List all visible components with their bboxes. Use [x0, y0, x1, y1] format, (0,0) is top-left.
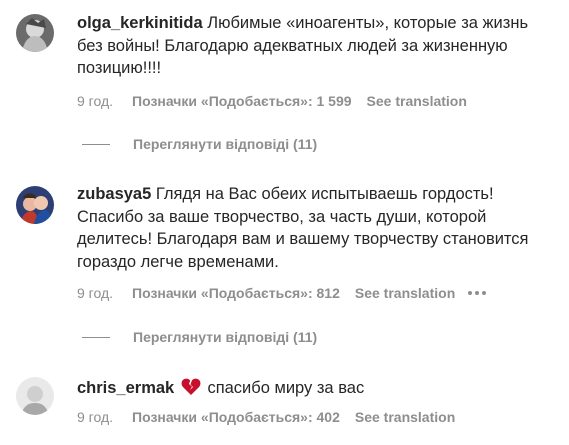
see-translation-button[interactable]: See translation — [355, 285, 455, 301]
view-replies-label: Переглянути відповіді (11) — [133, 329, 318, 345]
comment-body: спасибо миру за вас — [207, 379, 365, 397]
avatar[interactable] — [16, 14, 54, 52]
comment-text: chris_ermak спасибо миру за вас — [77, 377, 557, 403]
view-replies-button[interactable]: Переглянути відповіді (11) — [82, 329, 317, 345]
likes-count[interactable]: Позначки «Подобається»: 402 — [132, 409, 340, 425]
username[interactable]: olga_kerkinitida — [77, 14, 203, 32]
broken-heart-icon — [181, 378, 201, 403]
comment-meta: 9 год. Позначки «Подобається»: 812 See t… — [77, 285, 487, 301]
comment-meta: 9 год. Позначки «Подобається»: 1 599 See… — [77, 93, 467, 109]
view-replies-button[interactable]: Переглянути відповіді (11) — [82, 136, 317, 152]
more-options-icon[interactable] — [468, 291, 487, 295]
username[interactable]: chris_ermak — [77, 379, 174, 397]
comment-text: olga_kerkinitida Любимые «иноагенты», ко… — [77, 12, 557, 80]
timestamp[interactable]: 9 год. — [77, 285, 113, 301]
comment-text: zubasya5 Глядя на Вас обеих испытываешь … — [77, 183, 557, 273]
avatar[interactable] — [16, 186, 54, 224]
see-translation-button[interactable]: See translation — [367, 93, 467, 109]
divider — [82, 336, 110, 338]
view-replies-label: Переглянути відповіді (11) — [133, 136, 318, 152]
likes-count[interactable]: Позначки «Подобається»: 1 599 — [132, 93, 352, 109]
timestamp[interactable]: 9 год. — [77, 93, 113, 109]
see-translation-button[interactable]: See translation — [355, 409, 455, 425]
likes-count[interactable]: Позначки «Подобається»: 812 — [132, 285, 340, 301]
divider — [82, 143, 110, 145]
timestamp[interactable]: 9 год. — [77, 409, 113, 425]
comment-meta: 9 год. Позначки «Подобається»: 402 See t… — [77, 409, 455, 425]
username[interactable]: zubasya5 — [77, 185, 151, 203]
avatar[interactable] — [16, 377, 54, 415]
